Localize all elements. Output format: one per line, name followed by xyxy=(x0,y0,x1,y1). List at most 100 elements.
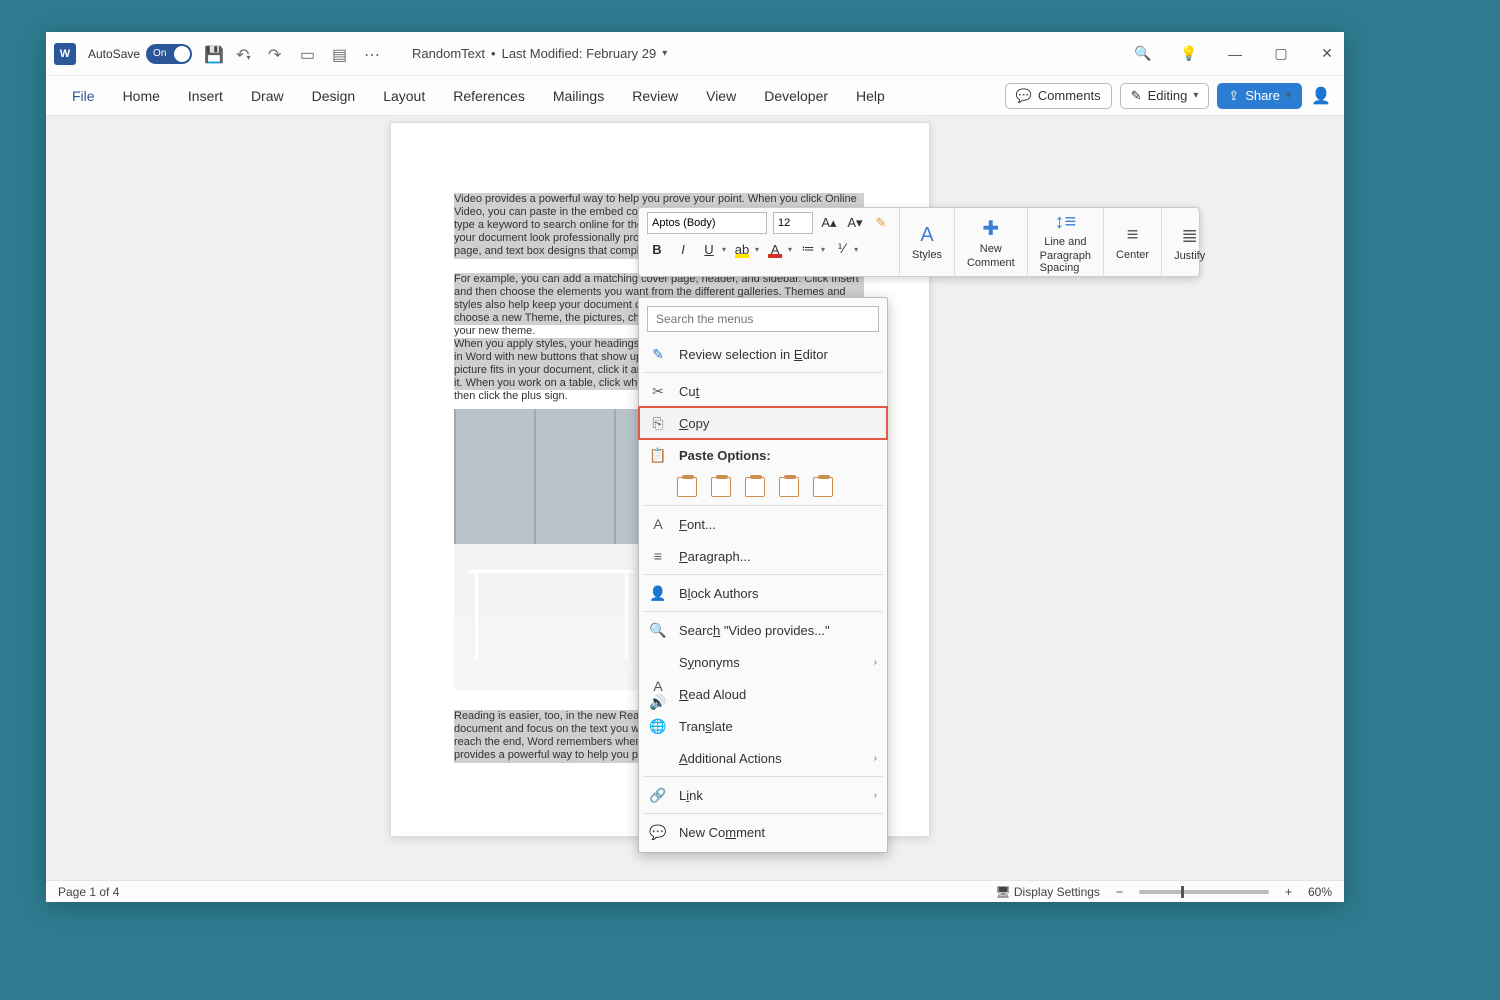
italic-icon[interactable]: I xyxy=(673,238,693,260)
tab-mailings[interactable]: Mailings xyxy=(539,76,618,116)
font-color-icon[interactable]: A xyxy=(765,238,785,260)
tab-view[interactable]: View xyxy=(692,76,750,116)
save-icon[interactable]: 💾 xyxy=(204,45,222,63)
menu-synonyms[interactable]: Synonyms› xyxy=(639,646,887,678)
autosave-label: AutoSave xyxy=(88,47,140,61)
underline-icon[interactable]: U xyxy=(699,238,719,260)
menu-search-input[interactable] xyxy=(647,306,879,332)
separator xyxy=(643,611,883,612)
tab-references[interactable]: References xyxy=(439,76,539,116)
bold-icon[interactable]: B xyxy=(647,238,667,260)
menu-paragraph[interactable]: ≡Paragraph... xyxy=(639,540,887,572)
menu-cut[interactable]: ✂Cut xyxy=(639,375,887,407)
cut-icon: ✂ xyxy=(649,383,667,400)
menu-review-editor[interactable]: ✎Review selection in Editor xyxy=(639,338,887,370)
link-icon: 🔗 xyxy=(649,787,667,804)
menu-block-authors[interactable]: 👤Block Authors xyxy=(639,577,887,609)
tab-layout[interactable]: Layout xyxy=(369,76,439,116)
editing-button[interactable]: ✎Editing▾ xyxy=(1120,83,1210,109)
undo-icon[interactable]: ↶▾ xyxy=(236,45,254,63)
format-painter-icon[interactable]: ✎ xyxy=(871,212,891,234)
autosave-toggle[interactable]: On xyxy=(146,44,192,64)
justify-button[interactable]: ≣Justify xyxy=(1162,208,1217,276)
paste-picture-icon[interactable] xyxy=(745,477,765,497)
paste-text-icon[interactable] xyxy=(779,477,799,497)
block-icon: 👤 xyxy=(649,585,667,602)
line-spacing-icon: ↕≡ xyxy=(1055,211,1077,234)
paste-icon: 📋 xyxy=(649,447,667,464)
highlight-icon[interactable]: ab xyxy=(732,238,752,260)
tab-file[interactable]: File xyxy=(58,76,109,116)
paste-default-icon[interactable] xyxy=(813,477,833,497)
zoom-slider[interactable] xyxy=(1139,890,1269,894)
share-button[interactable]: ⇪Share▾ xyxy=(1217,83,1302,109)
numbering-icon[interactable]: ⅟ xyxy=(831,238,851,260)
tab-design[interactable]: Design xyxy=(298,76,370,116)
zoom-level[interactable]: 60% xyxy=(1308,885,1332,899)
paste-keep-source-icon[interactable] xyxy=(677,477,697,497)
tab-review[interactable]: Review xyxy=(618,76,692,116)
tab-insert[interactable]: Insert xyxy=(174,76,237,116)
word-app-icon: W xyxy=(54,43,76,65)
search-icon[interactable]: 🔍 xyxy=(1134,45,1152,63)
autosave-control[interactable]: AutoSave On xyxy=(88,44,192,64)
chevron-down-icon[interactable]: ▾ xyxy=(662,48,667,59)
export-icon[interactable]: ▤ xyxy=(332,45,350,63)
display-settings[interactable]: 🖥 Display Settings xyxy=(995,885,1100,899)
chevron-right-icon: › xyxy=(874,753,877,764)
paste-merge-icon[interactable] xyxy=(711,477,731,497)
menu-paste-options: 📋Paste Options: xyxy=(639,439,887,471)
decrease-font-icon[interactable]: A▾ xyxy=(845,212,865,234)
redo-icon[interactable]: ↷ xyxy=(268,45,286,63)
separator xyxy=(643,813,883,814)
increase-font-icon[interactable]: A▴ xyxy=(819,212,839,234)
zoom-in-icon[interactable]: + xyxy=(1285,885,1292,899)
line-spacing-button[interactable]: ↕≡Line andParagraph Spacing xyxy=(1028,208,1104,276)
page-indicator[interactable]: Page 1 of 4 xyxy=(58,885,119,899)
styles-button[interactable]: AStyles xyxy=(900,208,955,276)
read-aloud-icon: A🔊 xyxy=(649,678,667,711)
titlebar-right: 🔍 💡 — ▢ ✕ xyxy=(1134,45,1336,63)
maximize-icon[interactable]: ▢ xyxy=(1272,45,1290,63)
new-comment-button[interactable]: ✚NewComment xyxy=(955,208,1028,276)
menu-additional-actions[interactable]: Additional Actions› xyxy=(639,742,887,774)
paste-options-row xyxy=(639,471,887,503)
bullets-icon[interactable]: ≔ xyxy=(798,238,818,260)
copy-icon: ⎘ xyxy=(649,415,667,432)
template-icon[interactable]: ▭ xyxy=(300,45,318,63)
ribbon-buttons: 💬Comments ✎Editing▾ ⇪Share▾ 👤 xyxy=(1005,83,1332,109)
menu-new-comment[interactable]: 💬New Comment xyxy=(639,816,887,848)
new-comment-icon: ✚ xyxy=(982,216,999,241)
font-size-select[interactable] xyxy=(773,212,813,234)
center-button[interactable]: ≡Center xyxy=(1104,208,1162,276)
tab-developer[interactable]: Developer xyxy=(750,76,842,116)
lightbulb-icon[interactable]: 💡 xyxy=(1180,45,1198,63)
account-icon[interactable]: 👤 xyxy=(1310,85,1332,107)
qat-more-icon[interactable]: ⋯ xyxy=(364,45,382,63)
comments-button[interactable]: 💬Comments xyxy=(1005,83,1112,109)
menu-copy[interactable]: ⎘Copy xyxy=(639,407,887,439)
minimize-icon[interactable]: — xyxy=(1226,45,1244,63)
tab-draw[interactable]: Draw xyxy=(237,76,298,116)
search-web-icon: 🔍 xyxy=(649,622,667,639)
styles-icon: A xyxy=(920,224,933,247)
pencil-icon: ✎ xyxy=(1131,88,1142,104)
menu-read-aloud[interactable]: A🔊Read Aloud xyxy=(639,678,887,710)
menu-search xyxy=(647,306,879,332)
ribbon-tabs: File Home Insert Draw Design Layout Refe… xyxy=(46,76,1344,116)
menu-search-web[interactable]: 🔍Search "Video provides..." xyxy=(639,614,887,646)
close-icon[interactable]: ✕ xyxy=(1318,45,1336,63)
tab-home[interactable]: Home xyxy=(109,76,174,116)
doc-modified: Last Modified: February 29 xyxy=(502,46,657,61)
translate-icon: 🌐 xyxy=(649,718,667,735)
tab-help[interactable]: Help xyxy=(842,76,899,116)
quick-access-toolbar: 💾 ↶▾ ↷ ▭ ▤ ⋯ xyxy=(204,45,382,63)
menu-translate[interactable]: 🌐Translate xyxy=(639,710,887,742)
separator xyxy=(643,776,883,777)
justify-icon: ≣ xyxy=(1181,223,1198,248)
separator xyxy=(643,372,883,373)
menu-link[interactable]: 🔗Link› xyxy=(639,779,887,811)
font-select[interactable] xyxy=(647,212,767,234)
zoom-out-icon[interactable]: − xyxy=(1116,885,1123,899)
menu-font[interactable]: AFont... xyxy=(639,508,887,540)
